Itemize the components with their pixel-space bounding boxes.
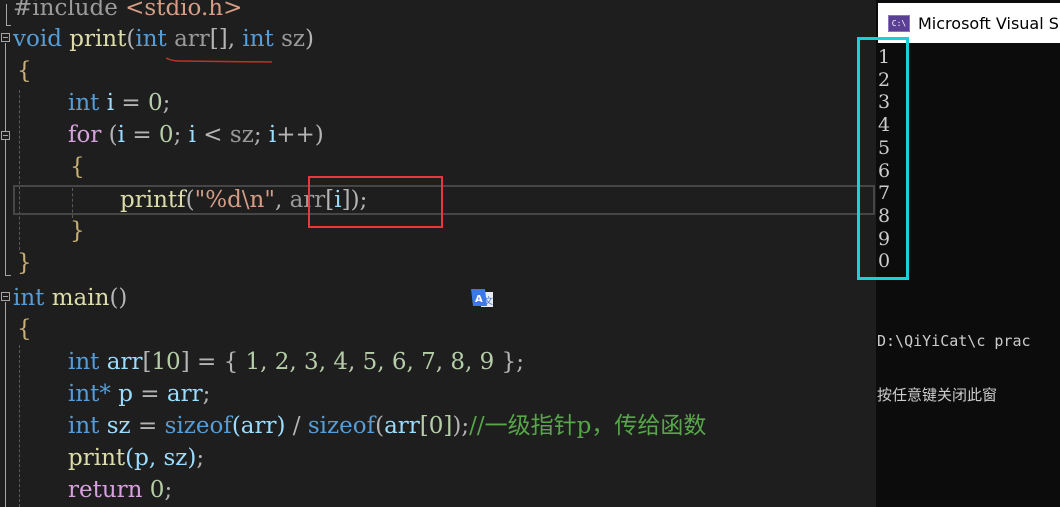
keyword-for: for xyxy=(68,122,102,148)
brace: { xyxy=(223,349,246,375)
number: 0 xyxy=(148,90,163,116)
bracket: ] xyxy=(180,349,190,375)
var-arr: arr xyxy=(384,413,420,439)
keyword-int: int xyxy=(68,413,100,439)
format-string: "%d\n" xyxy=(194,187,275,213)
semicolon: ; xyxy=(162,90,171,116)
keyword-sizeof: sizeof xyxy=(164,413,232,439)
paren: ) xyxy=(305,26,315,52)
keyword-sizeof: sizeof xyxy=(307,413,376,439)
console-exit-message: D:\QiYiCat\c prac 按任意键关闭此窗 xyxy=(877,296,1031,440)
code-line-brace: { xyxy=(0,55,876,87)
paren: ( xyxy=(101,122,118,148)
var-arr: arr xyxy=(166,381,203,407)
code-line-brace: } xyxy=(0,215,876,247)
console-app-icon: C:\ xyxy=(888,14,910,32)
close-brace: } xyxy=(70,218,85,244)
keyword-int: int xyxy=(68,90,100,116)
array-values: 1, 2, 3, 4, 5, 6, 7, 8, 9 xyxy=(245,349,495,375)
open-brace: { xyxy=(17,316,32,342)
open-brace: { xyxy=(70,154,85,180)
keyword-int: int xyxy=(242,26,274,52)
semicolon: ; xyxy=(173,122,189,148)
code-line-for: for (i = 0; i < sz; i++) xyxy=(0,119,876,151)
keyword-int: int xyxy=(13,285,45,311)
paren: ( xyxy=(126,26,136,52)
var-arr: arr xyxy=(106,349,143,375)
var-p: p xyxy=(118,381,133,407)
call-args: (p, sz) xyxy=(125,445,197,471)
number: 0 xyxy=(158,122,174,148)
close-brace: } xyxy=(17,250,32,276)
code-line-sz-decl: int sz = sizeof(arr) / sizeof(arr[0]);//… xyxy=(0,410,876,442)
param-sz: sz xyxy=(281,26,306,52)
code-line-call-print: print(p, sz); xyxy=(0,442,876,474)
keyword-int: int xyxy=(135,26,167,52)
svg-text:A: A xyxy=(475,294,483,305)
semicolon: ; xyxy=(516,349,524,375)
function-name-print: print xyxy=(69,26,127,52)
var-i: i xyxy=(106,90,115,116)
code-line-main-signature: int main() xyxy=(0,282,876,314)
code-line-ptr-decl: int* p = arr; xyxy=(0,378,876,410)
code-line-brace: } xyxy=(0,247,876,279)
semicolon: ; xyxy=(461,413,470,439)
console-prompt-line: 按任意键关闭此窗 xyxy=(877,386,998,404)
equals: = xyxy=(130,413,165,439)
keyword-int: int xyxy=(68,349,100,375)
code-line-int-i: int i = 0; xyxy=(0,87,876,119)
index: [0] xyxy=(419,413,453,439)
function-name-printf: printf xyxy=(120,187,186,213)
parens: () xyxy=(109,285,128,311)
cyan-highlight-box xyxy=(857,37,909,280)
var-sz: sz xyxy=(106,413,131,439)
equals: = xyxy=(114,90,148,116)
equals: = xyxy=(132,381,167,407)
function-name-print: print xyxy=(68,445,126,471)
equals: = xyxy=(125,122,159,148)
increment: ++) xyxy=(276,122,324,148)
semicolon: ; xyxy=(164,477,173,503)
console-path-line: D:\QiYiCat\c prac xyxy=(877,332,1031,350)
brackets: [] xyxy=(209,26,228,52)
paren: ) xyxy=(452,413,462,439)
brace: } xyxy=(494,349,517,375)
keyword-void: void xyxy=(13,26,62,52)
code-line-print-signature: void print(int arr[], int sz) xyxy=(0,23,876,55)
function-name-main: main xyxy=(51,285,110,311)
code-comment: //一级指针p，传给函数 xyxy=(469,413,707,439)
param-sz: sz xyxy=(229,122,254,148)
keyword-return: return xyxy=(68,477,143,503)
paren: ( xyxy=(185,187,195,213)
preprocessor-directive: #include xyxy=(13,0,118,21)
code-line-include: #include <stdio.h> xyxy=(0,0,876,24)
code-line-brace: { xyxy=(0,313,876,345)
sizeof-arg: (arr) xyxy=(231,413,286,439)
code-line-arr-decl: int arr[10] = { 1, 2, 3, 4, 5, 6, 7, 8, … xyxy=(0,346,876,378)
var-i: i xyxy=(188,122,196,148)
comma: , xyxy=(227,26,243,52)
semicolon: ; xyxy=(253,122,269,148)
equals: = xyxy=(189,349,224,375)
code-editor[interactable]: #include <stdio.h> void print(int arr[],… xyxy=(0,0,876,507)
code-line-return: return 0; xyxy=(0,474,876,506)
less-than: < xyxy=(195,122,230,148)
include-header: <stdio.h> xyxy=(125,0,243,21)
open-brace: { xyxy=(17,58,32,84)
paren: ( xyxy=(375,413,385,439)
semicolon: ; xyxy=(196,445,205,471)
param-arr: arr xyxy=(174,26,210,52)
semicolon: ; xyxy=(202,381,211,407)
number: 0 xyxy=(149,477,165,503)
var-i: i xyxy=(117,122,126,148)
keyword-int-pointer: int* xyxy=(68,381,111,407)
array-size: 10 xyxy=(151,349,181,375)
translate-icon[interactable]: 文 A xyxy=(470,287,496,311)
console-title: Microsoft Visual S xyxy=(918,13,1059,33)
divide: / xyxy=(285,413,308,439)
comma: , xyxy=(274,187,290,213)
